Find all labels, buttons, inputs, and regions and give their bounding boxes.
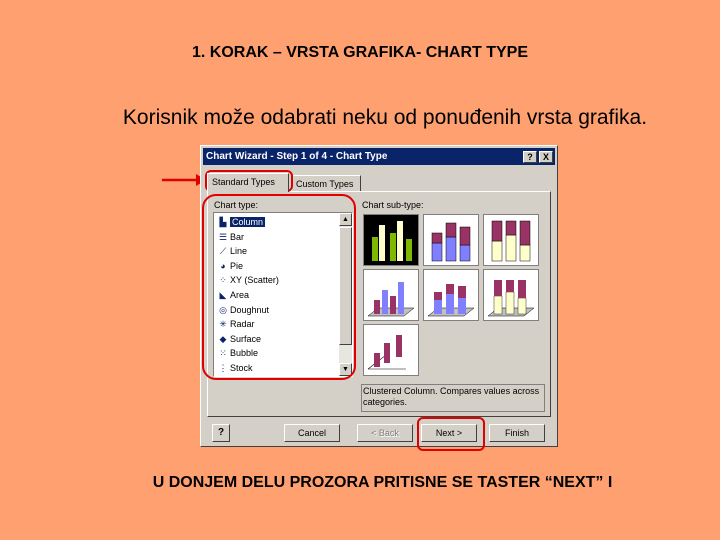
3d-stacked-column-icon xyxy=(427,284,475,317)
3d-column-icon xyxy=(367,335,406,370)
subtype-3d-clustered-column[interactable] xyxy=(363,269,419,321)
dialog-title: Chart Wizard - Step 1 of 4 - Chart Type xyxy=(206,151,388,162)
tab-standard-types-label: Standard Types xyxy=(212,177,275,187)
highlight-chart-type-list xyxy=(202,194,356,380)
chart-subtype-label: Chart sub-type: xyxy=(362,200,424,210)
subtype-100-stacked-column[interactable] xyxy=(483,214,539,266)
subtype-stacked-column[interactable] xyxy=(423,214,479,266)
finish-button[interactable]: Finish xyxy=(489,424,545,442)
subtype-description: Clustered Column. Compares values across… xyxy=(363,386,540,407)
3d-percent-stacked-column-icon xyxy=(487,280,535,317)
office-assistant-button[interactable]: ? xyxy=(212,424,230,442)
slide-subtitle: Korisnik može odabrati neku od ponuđenih… xyxy=(122,106,648,129)
subtype-clustered-column[interactable] xyxy=(363,214,419,266)
subtype-3d-100-stacked-column[interactable] xyxy=(483,269,539,321)
subtype-3d-stacked-column[interactable] xyxy=(423,269,479,321)
highlight-next-button xyxy=(417,417,485,451)
tab-custom-types[interactable]: Custom Types xyxy=(291,175,361,191)
cancel-button[interactable]: Cancel xyxy=(284,424,340,442)
back-button[interactable]: < Back xyxy=(357,424,413,442)
slide-title: 1. KORAK – VRSTA GRAFIKA- CHART TYPE xyxy=(191,44,528,61)
dialog-titlebar: Chart Wizard - Step 1 of 4 - Chart Type … xyxy=(203,148,555,165)
slide-footer: U DONJEM DELU PROZORA PRITISNE SE TASTER… xyxy=(152,474,613,491)
clustered-column-icon xyxy=(372,221,412,261)
close-button[interactable]: X xyxy=(539,151,553,163)
help-titlebar-button[interactable]: ? xyxy=(523,151,537,163)
3d-clustered-column-icon xyxy=(367,282,415,317)
stacked-column-icon xyxy=(431,222,471,262)
tab-custom-types-label: Custom Types xyxy=(296,179,354,189)
percent-stacked-column-icon xyxy=(491,220,531,262)
subtype-3d-column[interactable] xyxy=(363,324,419,376)
tab-standard-types[interactable]: Standard Types xyxy=(207,173,289,192)
